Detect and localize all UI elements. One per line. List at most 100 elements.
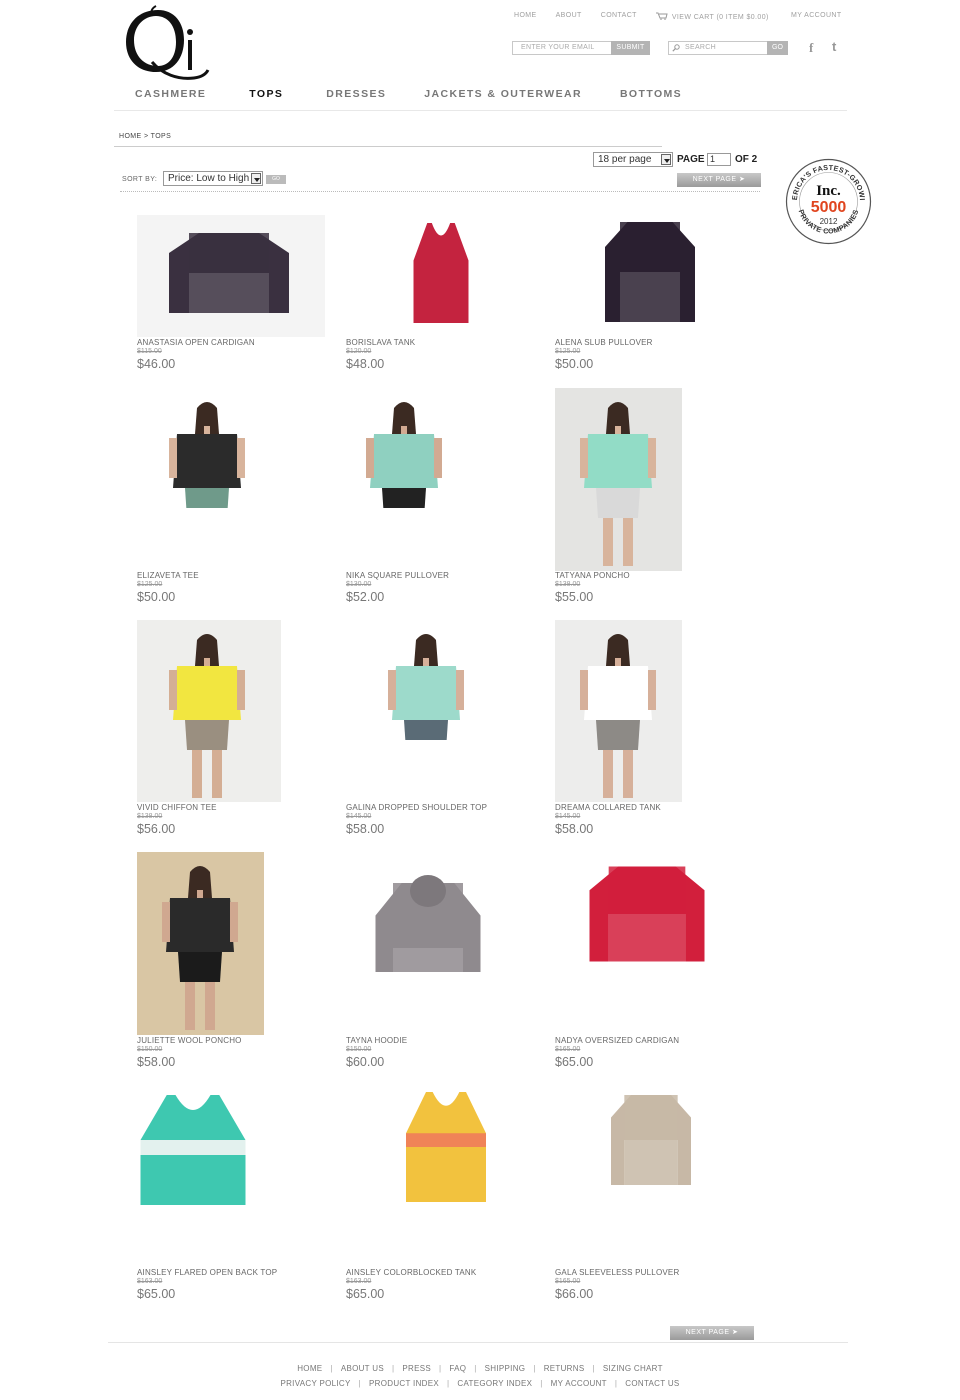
product-sale-price: $58.00 (137, 1055, 176, 1069)
product-card[interactable]: AINSLEY COLORBLOCKED TANK $163.00 $65.00 (346, 1085, 546, 1304)
next-page-button-bottom[interactable]: NEXT PAGE ➤ (670, 1326, 754, 1340)
product-card[interactable]: VIVID CHIFFON TEE $138.00 $56.00 (137, 620, 337, 839)
search-input[interactable]: SEARCH (668, 41, 768, 55)
product-card[interactable]: GALA SLEEVELESS PULLOVER $165.00 $66.00 (555, 1085, 755, 1304)
facebook-icon[interactable]: f (809, 40, 813, 56)
top-link-contact[interactable]: CONTACT (601, 12, 637, 21)
product-card[interactable]: TATYANA PONCHO $138.00 $55.00 (555, 388, 755, 607)
product-name[interactable]: NIKA SQUARE PULLOVER (346, 571, 449, 580)
product-name[interactable]: TATYANA PONCHO (555, 571, 630, 580)
product-name[interactable]: VIVID CHIFFON TEE (137, 803, 217, 812)
sort-select[interactable]: Price: Low to High (163, 171, 263, 186)
product-name[interactable]: GALINA DROPPED SHOULDER TOP (346, 803, 487, 812)
footer-link-my-account[interactable]: MY ACCOUNT (551, 1379, 607, 1388)
product-name[interactable]: GALA SLEEVELESS PULLOVER (555, 1268, 679, 1277)
email-field[interactable]: ENTER YOUR EMAIL (512, 41, 612, 55)
product-name[interactable]: BORISLAVA TANK (346, 338, 415, 347)
product-photo-garment (388, 634, 464, 740)
sort-go-button[interactable]: GO (266, 175, 286, 184)
top-links: HOME ABOUT CONTACT VIEW CART (0 ITEM $0.… (514, 12, 807, 21)
product-image[interactable] (137, 388, 327, 508)
nav-item-tops[interactable]: TOPS (249, 88, 283, 100)
view-cart-link[interactable]: VIEW CART (0 ITEM $0.00) (655, 12, 788, 21)
product-card[interactable]: ELIZAVETA TEE $125.00 $50.00 (137, 388, 337, 607)
twitter-icon[interactable]: t (832, 39, 836, 54)
product-image[interactable] (346, 1085, 536, 1205)
product-image[interactable] (555, 620, 682, 802)
product-photo-garment (413, 223, 469, 323)
product-image[interactable] (137, 852, 264, 1035)
footer-link-sizing-chart[interactable]: SIZING CHART (603, 1364, 663, 1373)
product-image[interactable] (137, 1085, 327, 1205)
product-card[interactable]: NADYA OVERSIZED CARDIGAN $165.00 $65.00 (555, 852, 755, 1072)
sort-value: Price: Low to High (168, 173, 250, 184)
product-name[interactable]: AINSLEY FLARED OPEN BACK TOP (137, 1268, 277, 1277)
footer-separator: | (330, 1364, 333, 1373)
product-sale-price: $58.00 (555, 822, 594, 836)
footer-link-about-us[interactable]: ABOUT US (341, 1364, 384, 1373)
footer-link-faq[interactable]: FAQ (449, 1364, 466, 1373)
product-image[interactable] (346, 620, 536, 740)
product-name[interactable]: DREAMA COLLARED TANK (555, 803, 661, 812)
product-name[interactable]: TAYNA HOODIE (346, 1036, 407, 1045)
search-go-button[interactable]: GO (767, 41, 788, 55)
product-card[interactable]: NIKA SQUARE PULLOVER $130.00 $52.00 (346, 388, 546, 607)
product-card[interactable]: ALENA SLUB PULLOVER $125.00 $50.00 (555, 215, 755, 374)
product-image[interactable] (555, 215, 745, 335)
toolbar-divider (120, 191, 760, 192)
my-account-link[interactable]: MY ACCOUNT (791, 12, 842, 19)
nav-item-dresses[interactable]: DRESSES (326, 88, 386, 100)
footer-link-privacy-policy[interactable]: PRIVACY POLICY (280, 1379, 350, 1388)
product-original-price: $138.00 (555, 581, 581, 588)
product-card[interactable]: GALINA DROPPED SHOULDER TOP $145.00 $58.00 (346, 620, 546, 839)
product-name[interactable]: JULIETTE WOOL PONCHO (137, 1036, 242, 1045)
product-name[interactable]: ALENA SLUB PULLOVER (555, 338, 653, 347)
nav-item-jackets-outerwear[interactable]: JACKETS & OUTERWEAR (424, 88, 582, 100)
product-card[interactable]: DREAMA COLLARED TANK $145.00 $58.00 (555, 620, 755, 839)
nav-item-cashmere[interactable]: CASHMERE (135, 88, 206, 100)
top-link-about[interactable]: ABOUT (556, 12, 582, 21)
product-card[interactable]: TAYNA HOODIE $150.00 $60.00 (346, 852, 546, 1072)
page-number-input[interactable]: 1 (707, 153, 731, 166)
product-image[interactable] (346, 215, 536, 335)
qi-logo[interactable] (122, 4, 212, 82)
product-image[interactable] (555, 852, 745, 972)
product-image[interactable] (346, 388, 536, 508)
product-name[interactable]: NADYA OVERSIZED CARDIGAN (555, 1036, 679, 1045)
product-original-price: $165.00 (555, 1278, 581, 1285)
product-original-price: $125.00 (137, 581, 163, 588)
top-link-home[interactable]: HOME (514, 12, 537, 21)
inc-5000-badge[interactable]: AMERICA'S FASTEST-GROWING PRIVATE COMPAN… (785, 158, 872, 245)
product-sale-price: $46.00 (137, 357, 176, 371)
product-card[interactable]: AINSLEY FLARED OPEN BACK TOP $163.00 $65.0… (137, 1085, 337, 1304)
footer-link-home[interactable]: HOME (297, 1364, 322, 1373)
product-image[interactable] (555, 388, 682, 571)
next-page-button[interactable]: NEXT PAGE ➤ (677, 173, 761, 187)
product-image[interactable] (137, 620, 281, 802)
product-name[interactable]: ELIZAVETA TEE (137, 571, 199, 580)
badge-brand: Inc. (816, 183, 841, 199)
breadcrumb[interactable]: HOME > TOPS (119, 133, 171, 140)
footer-link-contact-us[interactable]: CONTACT US (625, 1379, 679, 1388)
product-name[interactable]: AINSLEY COLORBLOCKED TANK (346, 1268, 476, 1277)
submit-button[interactable]: SUBMIT (611, 41, 650, 55)
footer-link-returns[interactable]: RETURNS (544, 1364, 585, 1373)
product-name[interactable]: ANASTASIA OPEN CARDIGAN (137, 338, 255, 347)
footer-link-press[interactable]: PRESS (402, 1364, 431, 1373)
per-page-select[interactable]: 18 per page (593, 152, 673, 167)
product-card[interactable]: BORISLAVA TANK $120.00 $48.00 (346, 215, 546, 374)
view-cart-label: VIEW CART (0 ITEM $0.00) (671, 14, 769, 21)
product-photo-garment (611, 1095, 691, 1185)
footer-link-product-index[interactable]: PRODUCT INDEX (369, 1379, 439, 1388)
badge-year: 2012 (820, 217, 838, 226)
product-card[interactable]: JULIETTE WOOL PONCHO $150.00 $58.00 (137, 852, 337, 1072)
product-image[interactable] (346, 852, 536, 972)
product-original-price: $130.00 (346, 581, 372, 588)
footer-link-shipping[interactable]: SHIPPING (485, 1364, 526, 1373)
product-card[interactable]: ANASTASIA OPEN CARDIGAN $115.00 $46.00 (137, 215, 337, 374)
footer-link-category-index[interactable]: CATEGORY INDEX (457, 1379, 532, 1388)
product-image[interactable] (137, 215, 325, 337)
product-image[interactable] (555, 1085, 745, 1205)
product-sale-price: $48.00 (346, 357, 385, 371)
nav-item-bottoms[interactable]: BOTTOMS (620, 88, 682, 100)
